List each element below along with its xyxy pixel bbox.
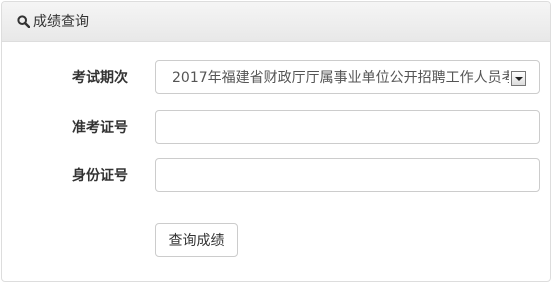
panel-title: 成绩查询 [33, 13, 89, 30]
exam-number-label: 准考证号 [72, 120, 128, 136]
score-query-panel: 成绩查询 考试期次 2017年福建省财政厅厅属事业单位公开招聘工作人员考 准考证… [1, 1, 551, 282]
query-score-button[interactable]: 查询成绩 [155, 223, 238, 257]
search-icon [15, 14, 31, 30]
dropdown-arrow-icon[interactable] [511, 71, 526, 86]
exam-period-label: 考试期次 [72, 70, 128, 86]
id-number-label: 身份证号 [72, 168, 128, 184]
id-number-input[interactable] [155, 158, 540, 192]
exam-period-select[interactable]: 2017年福建省财政厅厅属事业单位公开招聘工作人员考 [155, 60, 540, 94]
exam-period-selected-value: 2017年福建省财政厅厅属事业单位公开招聘工作人员考 [172, 70, 509, 86]
exam-number-input[interactable] [155, 110, 540, 144]
panel-heading: 成绩查询 [2, 2, 550, 42]
